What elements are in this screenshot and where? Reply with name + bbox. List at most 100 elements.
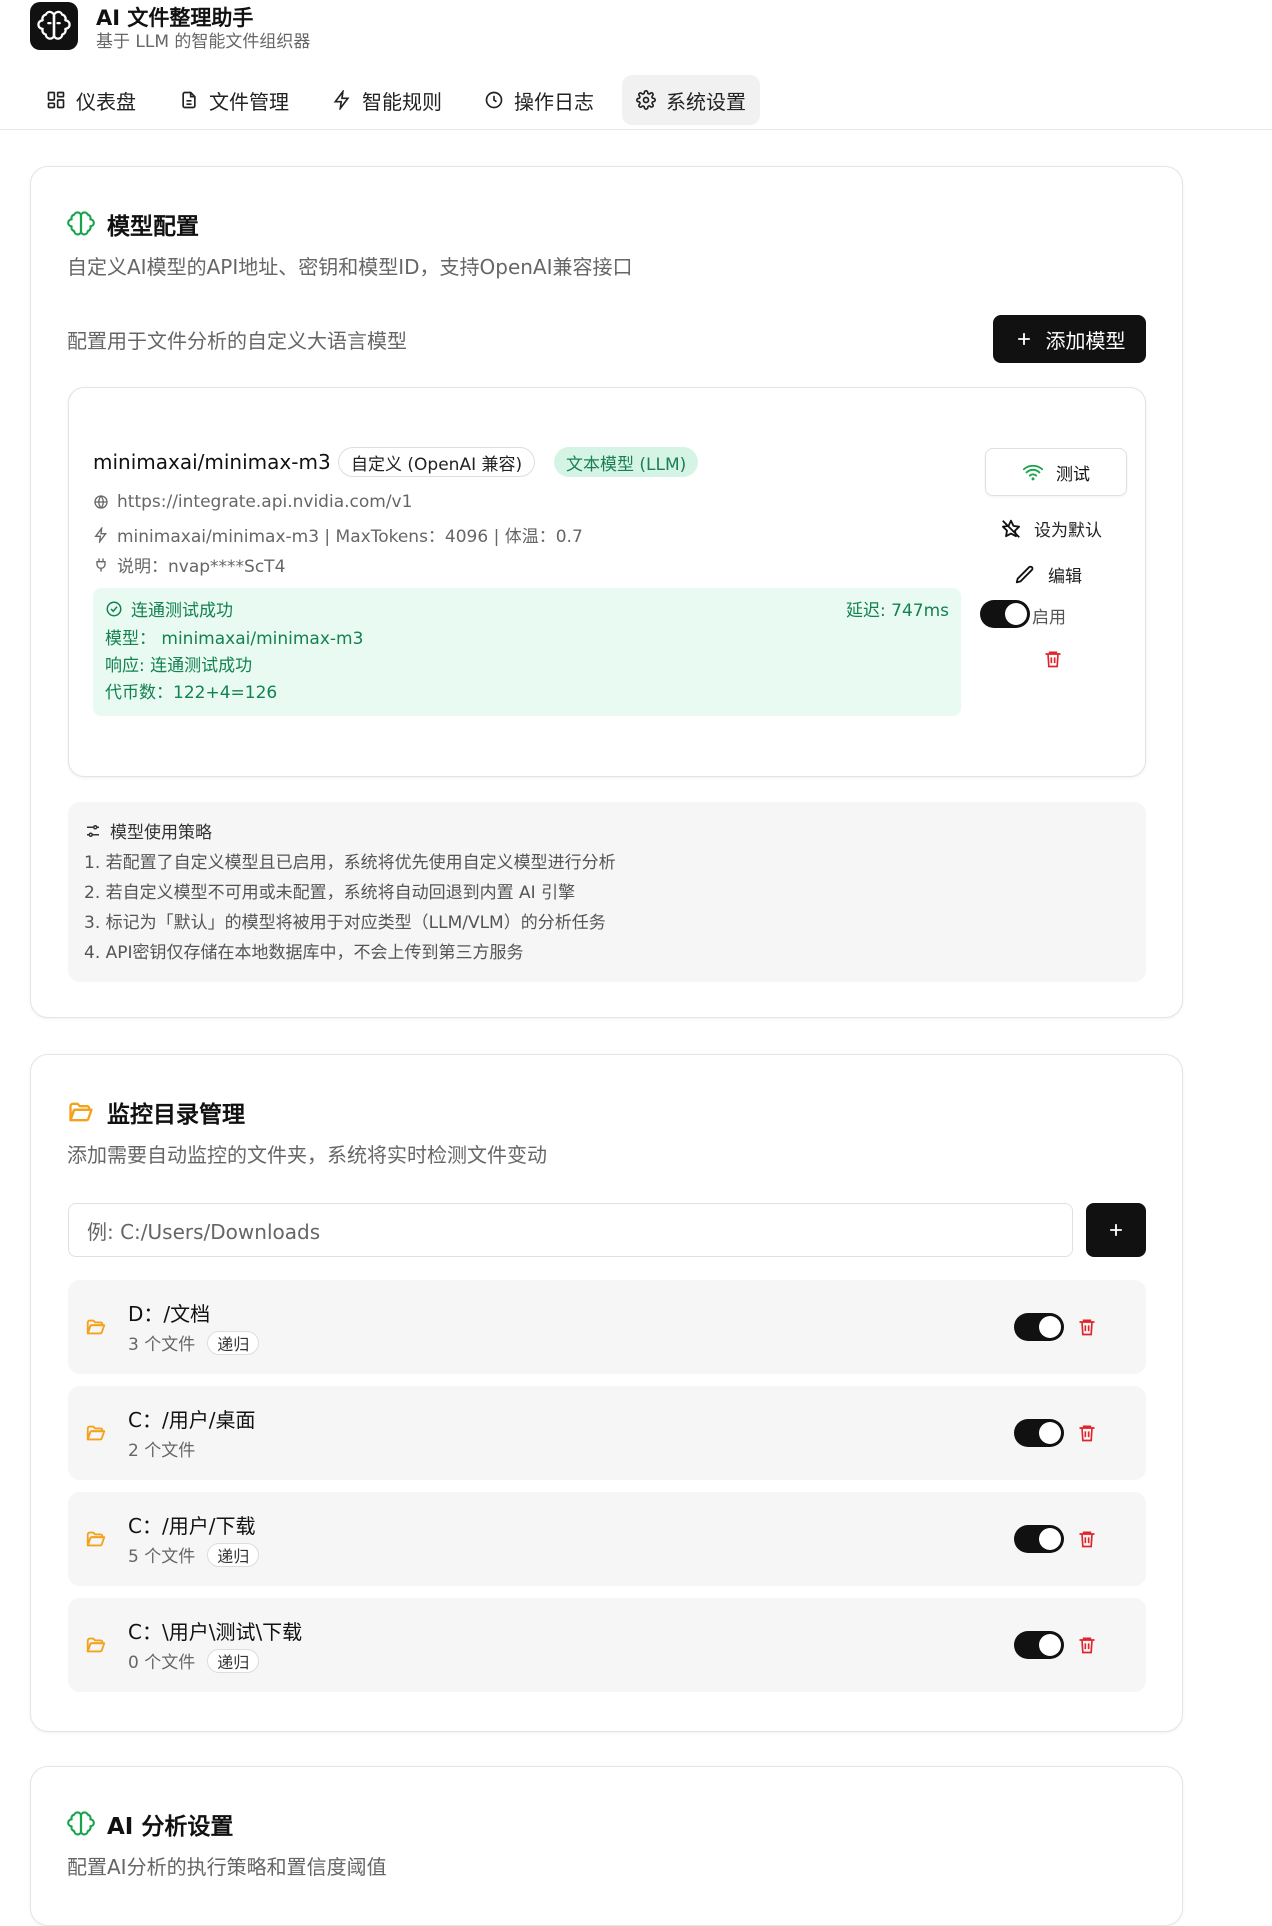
file-icon: [182, 91, 196, 109]
check-circle-icon: [106, 601, 122, 616]
edit-model-button[interactable]: 编辑: [1014, 562, 1082, 587]
directory-toggle[interactable]: [1014, 1313, 1064, 1341]
tab-logs[interactable]: 操作日志: [470, 75, 608, 125]
test-button-label: 测试: [1056, 464, 1090, 485]
provider-badge: 自定义 (OpenAI 兼容): [338, 447, 536, 477]
directory-input[interactable]: 例: C:/Users/Downloads: [68, 1203, 1073, 1257]
trash-icon: [1045, 651, 1061, 668]
ai-settings-description: 配置AI分析的执行策略和置信度阈值: [67, 1855, 387, 1879]
model-note: 说明：nvap****ScT4: [117, 557, 286, 577]
model-url-line: https://integrate.api.nvidia.com/v1: [93, 492, 412, 512]
trash-icon[interactable]: [1077, 1634, 1097, 1656]
model-type-badge: 文本模型 (LLM): [554, 447, 699, 477]
directory-row: C：/用户/桌面 2 个文件: [68, 1386, 1146, 1480]
directory-toggle[interactable]: [1014, 1525, 1064, 1553]
directory-row: C：\用户\测试\下载 0 个文件 递归: [68, 1598, 1146, 1692]
app-header: AI 文件整理助手 基于 LLM 的智能文件组织器: [0, 0, 1272, 70]
directory-meta: 3 个文件 递归: [128, 1330, 260, 1355]
model-config-description: 自定义AI模型的API地址、密钥和模型ID，支持OpenAI兼容接口: [67, 255, 633, 279]
directory-meta: 2 个文件: [128, 1436, 195, 1461]
test-status-line: 连通测试成功: [105, 596, 233, 621]
monitor-card: 监控目录管理 添加需要自动监控的文件夹，系统将实时检测文件变动 例: C:/Us…: [30, 1054, 1183, 1732]
dashboard-icon: [47, 91, 65, 109]
plug-icon: [96, 557, 106, 572]
connection-test-result: 连通测试成功 延迟: 747ms 模型： minimaxai/minimax-m…: [93, 588, 961, 716]
recursive-tag: 递归: [207, 1542, 260, 1567]
policy-line-3: 3. 标记为「默认」的模型将被用于对应类型（LLM/VLM）的分析任务: [84, 913, 606, 933]
add-model-label: 添加模型: [1045, 328, 1126, 353]
test-status: 连通测试成功: [131, 601, 233, 621]
directory-path: D：/文档: [128, 1302, 211, 1326]
trash-icon[interactable]: [1077, 1422, 1097, 1444]
directory-meta: 5 个文件 递归: [128, 1542, 260, 1567]
test-result-model: 模型： minimaxai/minimax-m3: [105, 629, 364, 649]
model-enable-toggle[interactable]: [980, 600, 1030, 628]
folder-open-icon: [86, 1319, 106, 1335]
tab-dashboard-label: 仪表盘: [76, 89, 136, 114]
folder-open-icon: [86, 1425, 106, 1441]
file-count: 0 个文件: [128, 1653, 196, 1673]
ai-settings-title: AI 分析设置: [67, 1807, 233, 1841]
model-details: minimaxai/minimax-m3 | MaxTokens：4096 | …: [117, 527, 583, 547]
tab-files[interactable]: 文件管理: [165, 75, 303, 125]
set-default-label: 设为默认: [1034, 521, 1102, 541]
ai-settings-card: AI 分析设置 配置AI分析的执行策略和置信度阈值: [30, 1766, 1183, 1926]
sliders-icon: [87, 824, 99, 837]
directory-path: C：/用户/桌面: [128, 1408, 256, 1432]
tab-rules[interactable]: 智能规则: [318, 75, 456, 125]
monitor-title: 监控目录管理: [67, 1095, 245, 1129]
policy-title-line: 模型使用策略: [84, 818, 212, 843]
plus-icon: [1110, 1224, 1122, 1236]
test-result-response: 响应: 连通测试成功: [105, 656, 253, 676]
policy-line-2: 2. 若自定义模型不可用或未配置，系统将自动回退到内置 AI 引擎: [84, 883, 576, 903]
plus-icon: [1017, 333, 1030, 345]
policy-title: 模型使用策略: [110, 823, 212, 843]
test-connection-button[interactable]: 测试: [985, 448, 1127, 496]
monitor-title-text: 监控目录管理: [107, 1102, 245, 1128]
test-result-tokens: 代币数：122+4=126: [105, 683, 278, 703]
clock-icon: [485, 91, 503, 109]
lightning-icon: [333, 90, 350, 110]
enable-label: 启用: [1032, 608, 1066, 628]
directory-toggle[interactable]: [1014, 1419, 1064, 1447]
main-nav: 仪表盘 文件管理 智能规则 操作日志 系统设置: [0, 70, 1272, 130]
tab-settings-label: 系统设置: [666, 89, 746, 114]
model-config-title-text: 模型配置: [107, 214, 199, 240]
gear-icon: [636, 90, 656, 110]
tab-dashboard[interactable]: 仪表盘: [32, 75, 150, 125]
ai-settings-title-text: AI 分析设置: [107, 1814, 234, 1840]
tab-files-label: 文件管理: [209, 89, 289, 114]
model-url: https://integrate.api.nvidia.com/v1: [117, 492, 413, 512]
directory-row: D：/文档 3 个文件 递归: [68, 1280, 1146, 1374]
directory-row: C：/用户/下载 5 个文件 递归: [68, 1492, 1146, 1586]
brain-icon: [67, 211, 95, 236]
directory-path: C：/用户/下载: [128, 1514, 256, 1538]
model-entry-card: minimaxai/minimax-m3 自定义 (OpenAI 兼容) 文本模…: [68, 387, 1146, 777]
star-off-icon: [1002, 519, 1020, 538]
trash-icon[interactable]: [1077, 1528, 1097, 1550]
policy-line-1: 1. 若配置了自定义模型且已启用，系统将优先使用自定义模型进行分析: [84, 853, 616, 873]
directory-path: C：\用户\测试\下载: [128, 1620, 303, 1644]
folder-open-icon: [86, 1531, 106, 1547]
set-default-button[interactable]: 设为默认: [1000, 516, 1102, 541]
brain-icon: [67, 1811, 95, 1836]
pencil-icon: [1015, 565, 1034, 583]
tab-rules-label: 智能规则: [362, 89, 442, 114]
directory-toggle[interactable]: [1014, 1631, 1064, 1659]
policy-line-4: 4. API密钥仅存储在本地数据库中，不会上传到第三方服务: [84, 943, 524, 963]
wifi-icon: [1022, 464, 1044, 481]
file-count: 5 个文件: [128, 1547, 196, 1567]
delete-model-button[interactable]: [1043, 648, 1063, 670]
directory-meta: 0 个文件 递归: [128, 1648, 260, 1673]
add-directory-button[interactable]: [1086, 1203, 1146, 1257]
trash-icon[interactable]: [1077, 1316, 1097, 1338]
app-subtitle: 基于 LLM 的智能文件组织器: [96, 32, 311, 52]
model-config-subheading: 配置用于文件分析的自定义大语言模型: [67, 329, 407, 353]
model-note-line: 说明：nvap****ScT4: [93, 552, 285, 577]
tab-settings[interactable]: 系统设置: [622, 75, 760, 125]
model-policy-box: 模型使用策略 1. 若配置了自定义模型且已启用，系统将优先使用自定义模型进行分析…: [68, 802, 1146, 982]
file-count: 3 个文件: [128, 1335, 196, 1355]
test-latency: 延迟: 747ms: [846, 601, 949, 621]
add-model-button[interactable]: 添加模型: [993, 315, 1146, 363]
model-config-title: 模型配置: [67, 207, 199, 241]
